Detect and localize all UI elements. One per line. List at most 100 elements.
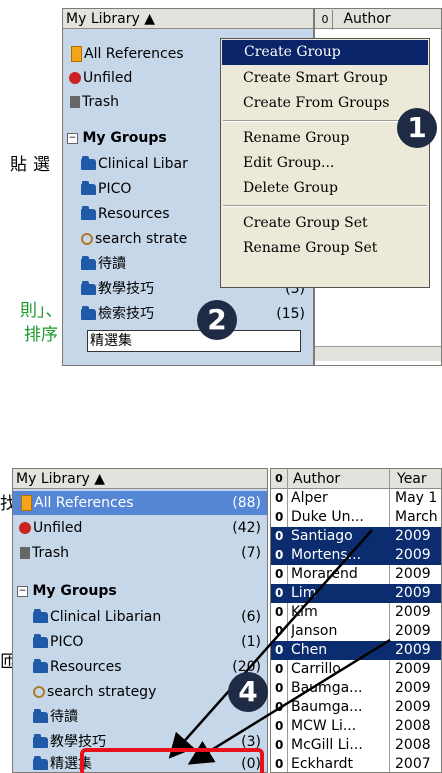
menu-edit-group[interactable]: Edit Group...: [221, 151, 429, 176]
table-row[interactable]: 0 Mortens... 2009: [271, 546, 441, 565]
top-nav-all-references[interactable]: All References: [63, 42, 184, 66]
row-year: 2009: [395, 642, 431, 658]
collapse-icon[interactable]: −: [17, 585, 28, 597]
table-row[interactable]: 0 McGill Li... 2008: [271, 736, 441, 755]
table-row[interactable]: 0 Lim 2009: [271, 584, 441, 603]
row-year: 2009: [395, 661, 431, 677]
top-group-label: search strate: [95, 231, 188, 247]
table-row[interactable]: 0 MCW Li... 2008: [271, 717, 441, 736]
paperclip-icon: 0: [275, 548, 284, 562]
table-row[interactable]: 0 Janson 2009: [271, 622, 441, 641]
row-author: Santiago: [291, 528, 353, 544]
table-row[interactable]: 0 Eckhardt 2007: [271, 755, 441, 772]
top-nav-unfiled[interactable]: Unfiled: [63, 66, 132, 90]
bottom-nav-label: Trash: [32, 545, 69, 561]
bottom-table-header: 0 Author Year: [271, 469, 441, 489]
top-author-header[interactable]: Author: [337, 11, 390, 27]
top-library-header[interactable]: My Library ▲: [63, 9, 313, 29]
bottom-clip-header[interactable]: 0: [271, 469, 287, 489]
new-group-input[interactable]: 精選集: [87, 330, 301, 352]
bottom-group-item[interactable]: Clinical Libarian (6): [33, 605, 267, 629]
top-group-count: (15): [276, 306, 305, 322]
row-author: Baumga...: [291, 699, 363, 715]
folder-icon: [33, 633, 48, 648]
bottom-nav-trash[interactable]: Trash (7): [13, 541, 267, 565]
paperclip-icon: 0: [275, 643, 284, 657]
bottom-group-count: (3): [241, 734, 261, 750]
table-row[interactable]: 0 Kim 2009: [271, 603, 441, 622]
step-badge-1: 1: [397, 108, 437, 148]
paperclip-icon: 0: [275, 529, 284, 543]
top-group-item[interactable]: PICO: [81, 177, 131, 201]
folder-icon: [33, 708, 48, 723]
top-groups-title: My Groups: [82, 130, 167, 146]
table-row[interactable]: 0 Alper May 1: [271, 489, 441, 508]
row-year: 2009: [395, 566, 431, 582]
bottom-author-header[interactable]: Author: [293, 469, 340, 489]
menu-delete-group[interactable]: Delete Group: [221, 176, 429, 201]
bottom-group-label: Clinical Libarian: [50, 609, 162, 625]
row-author: Morarend: [291, 566, 358, 582]
bottom-group-item[interactable]: 待讀: [33, 705, 267, 729]
bottom-year-header[interactable]: Year: [397, 469, 427, 489]
bottom-group-count: (6): [241, 609, 261, 625]
bottom-group-count: (0): [241, 756, 261, 772]
top-group-item[interactable]: Clinical Libar: [81, 152, 188, 176]
paperclip-icon: 0: [275, 605, 284, 619]
table-row[interactable]: 0 Baumga... 2009: [271, 698, 441, 717]
group-context-menu: Create Group Create Smart Group Create F…: [220, 38, 430, 288]
bottom-library-header[interactable]: My Library ▲: [13, 469, 267, 489]
row-year: 2008: [395, 737, 431, 753]
row-author: Lim: [291, 585, 317, 601]
top-group-label: 待讀: [98, 256, 126, 272]
top-group-label: PICO: [98, 181, 132, 197]
bottom-group-item[interactable]: 教學技巧 (3): [33, 730, 267, 754]
menu-create-group-set[interactable]: Create Group Set: [221, 211, 429, 236]
top-my-groups[interactable]: − My Groups: [63, 126, 167, 150]
reference-rows: 0 Alper May 1 0 Duke Un... March 0 Santiago 2009…: [271, 489, 441, 772]
bottom-my-groups[interactable]: − My Groups: [13, 579, 117, 603]
unfiled-icon: [69, 72, 81, 84]
row-author: McGill Li...: [291, 737, 363, 753]
book-icon: [21, 495, 32, 511]
table-row[interactable]: 0 Santiago 2009: [271, 527, 441, 546]
table-row[interactable]: 0 Carrillo 2009: [271, 660, 441, 679]
step-badge-2: 2: [197, 300, 237, 340]
top-nav-label: Unfiled: [83, 70, 133, 86]
unfiled-icon: [19, 522, 31, 534]
menu-create-from-groups[interactable]: Create From Groups: [221, 91, 429, 116]
collapse-icon[interactable]: −: [67, 132, 78, 144]
top-group-item[interactable]: Resources: [81, 202, 170, 226]
menu-create-group[interactable]: Create Group: [222, 40, 428, 65]
top-group-item[interactable]: 檢索技巧 (15): [81, 302, 311, 326]
bottom-nav-all-references[interactable]: All References (88): [13, 491, 267, 515]
row-year: March: [395, 509, 438, 525]
paperclip-icon: 0: [275, 719, 284, 733]
table-row[interactable]: 0 Duke Un... March: [271, 508, 441, 527]
folder-icon: [33, 658, 48, 673]
bottom-group-item[interactable]: Resources (20): [33, 655, 267, 679]
bottom-nav-count: (7): [241, 545, 261, 561]
bottom-reference-table: 0 Author Year 0 Alper May 1 0 Duke Un... Marc…: [270, 468, 442, 773]
top-table-scrollbar[interactable]: [315, 346, 441, 361]
top-table-header: 0 Author: [315, 9, 441, 30]
top-group-label: Resources: [98, 206, 170, 222]
top-group-item[interactable]: search strate: [81, 227, 187, 251]
top-group-item[interactable]: 待讀: [81, 252, 126, 276]
table-row[interactable]: 0 Chen 2009: [271, 641, 441, 660]
row-author: Chen: [291, 642, 328, 658]
top-clip-header[interactable]: 0: [318, 10, 333, 30]
bottom-group-item[interactable]: PICO (1): [33, 630, 267, 654]
table-row[interactable]: 0 Morarend 2009: [271, 565, 441, 584]
book-icon: [71, 46, 82, 62]
top-nav-trash[interactable]: Trash: [63, 90, 119, 114]
bottom-group-item[interactable]: 精選集 (0): [33, 752, 267, 772]
folder-icon: [33, 608, 48, 623]
folder-icon: [81, 305, 96, 320]
paperclip-icon: 0: [275, 624, 284, 638]
bottom-nav-unfiled[interactable]: Unfiled (42): [13, 516, 267, 540]
table-row[interactable]: 0 Baumga... 2009: [271, 679, 441, 698]
menu-create-smart-group[interactable]: Create Smart Group: [221, 66, 429, 91]
row-year: May 1: [395, 490, 438, 506]
menu-rename-group-set[interactable]: Rename Group Set: [221, 236, 429, 261]
